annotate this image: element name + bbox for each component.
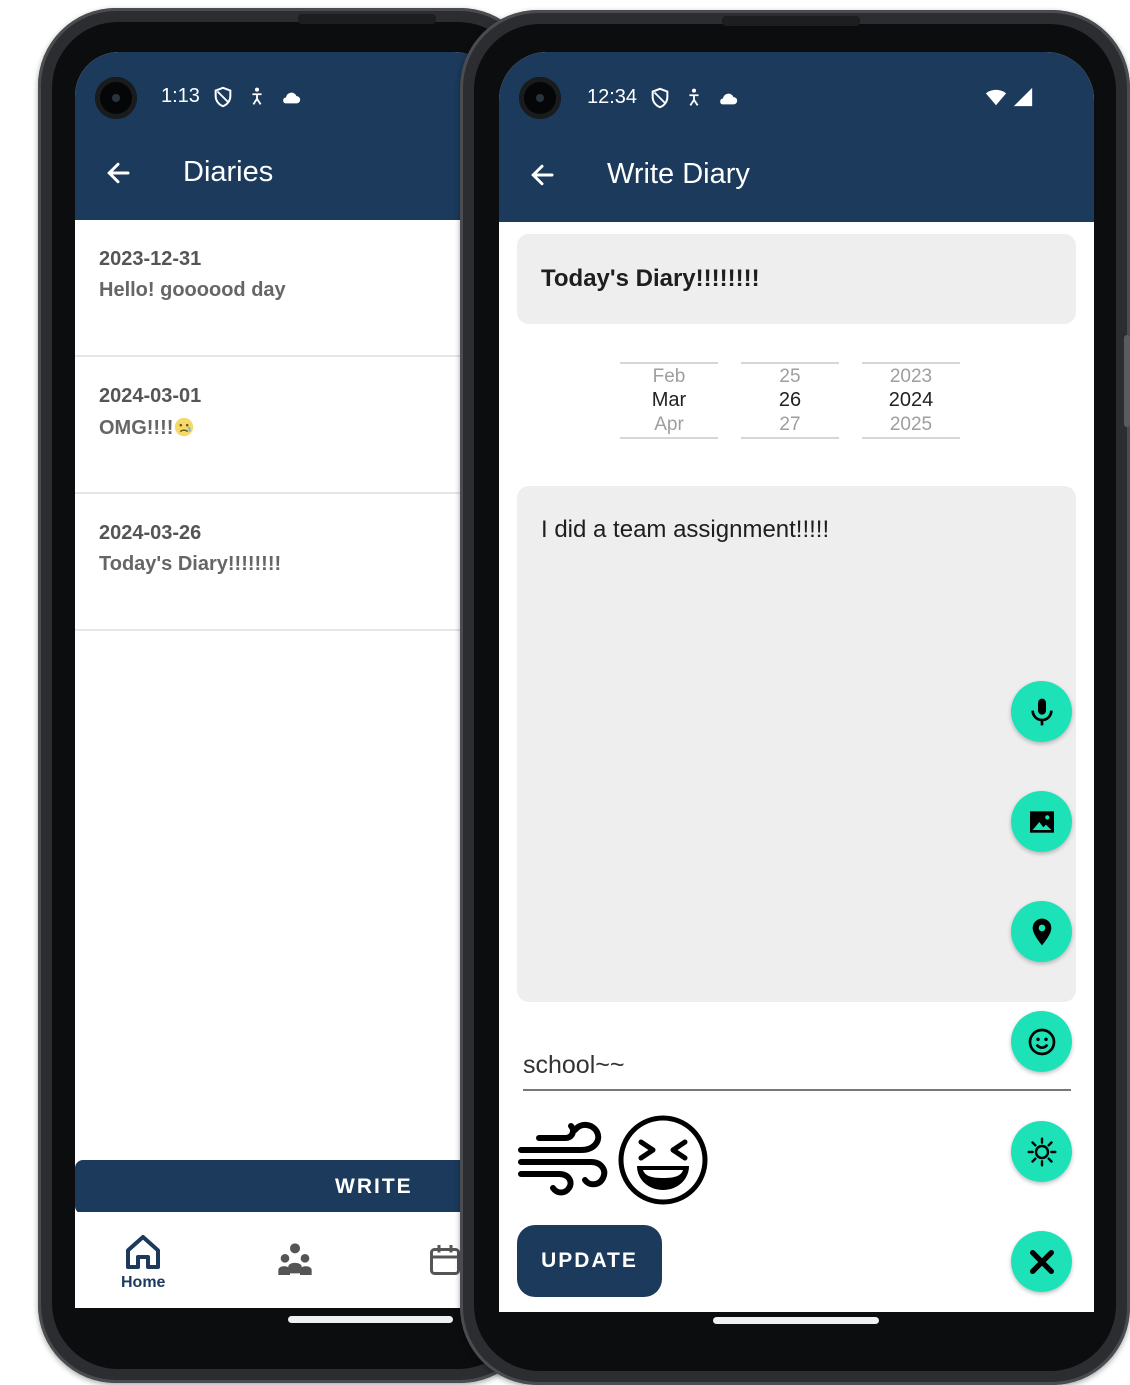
diaries-screen: 1:13 Diaries 2023-12-31 Hello! goooood d… bbox=[75, 52, 498, 1308]
list-item[interactable]: 2024-03-26 Today's Diary!!!!!!!! bbox=[75, 494, 498, 631]
month-selected: Mar bbox=[651, 389, 687, 411]
status-time: 12:34 bbox=[587, 86, 638, 108]
laughing-face-icon bbox=[618, 1115, 708, 1205]
cloud-icon bbox=[720, 93, 738, 104]
voice-input-button[interactable] bbox=[1011, 681, 1072, 742]
year-next: 2025 bbox=[889, 415, 933, 435]
select-mood-button[interactable] bbox=[1011, 1011, 1072, 1072]
phone-frame-write: 12:34 Write Diary Today's Diary!!!!!!!! … bbox=[460, 10, 1130, 1385]
add-image-button[interactable] bbox=[1011, 791, 1072, 852]
accessibility-icon bbox=[252, 87, 262, 105]
page-title: Write Diary bbox=[607, 158, 750, 190]
people-group-icon bbox=[278, 1243, 312, 1275]
month-next: Apr bbox=[654, 415, 684, 435]
gesture-bar bbox=[288, 1316, 453, 1323]
side-button bbox=[1124, 335, 1130, 427]
location-pin-icon bbox=[1032, 918, 1051, 945]
wifi-icon bbox=[985, 89, 1007, 106]
status-icons-right bbox=[984, 86, 1034, 108]
shield-icon bbox=[214, 86, 232, 107]
day-next: 27 bbox=[779, 415, 801, 435]
status-bar: 1:13 bbox=[161, 85, 302, 108]
cell-signal-icon bbox=[1013, 87, 1033, 107]
picker-divider bbox=[862, 437, 960, 439]
accessibility-icon bbox=[689, 88, 699, 106]
page-title: Diaries bbox=[183, 156, 274, 188]
year-selected: 2024 bbox=[888, 389, 934, 411]
day-selected: 26 bbox=[778, 389, 802, 411]
shield-icon bbox=[651, 87, 669, 108]
list-item[interactable]: 2023-12-31 Hello! goooood day bbox=[75, 220, 498, 357]
year-picker[interactable]: 2023 2024 2025 bbox=[862, 362, 960, 439]
picker-divider bbox=[741, 437, 839, 439]
title-row: Write Diary bbox=[527, 158, 750, 191]
nav-item-home[interactable]: Home bbox=[121, 1232, 165, 1292]
cloud-icon bbox=[283, 92, 301, 103]
back-arrow-icon[interactable] bbox=[527, 160, 557, 190]
bottom-navigation: Home bbox=[75, 1212, 498, 1308]
diary-date: 2023-12-31 bbox=[99, 248, 202, 270]
month-picker[interactable]: Feb Mar Apr bbox=[620, 362, 718, 439]
nav-label-home: Home bbox=[121, 1274, 166, 1291]
close-icon bbox=[1029, 1249, 1054, 1274]
gesture-bar bbox=[713, 1317, 879, 1324]
home-icon bbox=[126, 1235, 161, 1269]
nav-item-calendar[interactable] bbox=[427, 1242, 463, 1278]
write-button[interactable]: WRITE bbox=[75, 1160, 498, 1214]
sun-icon bbox=[1026, 1136, 1057, 1167]
list-item[interactable]: 2024-03-01 OMG!!!! bbox=[75, 357, 498, 494]
app-bar: 12:34 Write Diary bbox=[499, 52, 1094, 222]
month-prev: Feb bbox=[652, 366, 686, 386]
front-camera bbox=[519, 77, 561, 119]
close-menu-button[interactable] bbox=[1011, 1231, 1072, 1292]
speaker-slot bbox=[298, 14, 436, 24]
write-diary-screen: 12:34 Write Diary Today's Diary!!!!!!!! … bbox=[499, 52, 1094, 1312]
diary-date: 2024-03-01 bbox=[99, 385, 202, 407]
back-arrow-icon[interactable] bbox=[103, 158, 133, 188]
diary-content-field[interactable]: I did a team assignment!!!!! bbox=[517, 486, 1076, 1002]
day-picker[interactable]: 25 26 27 bbox=[741, 362, 839, 439]
day-prev: 25 bbox=[779, 366, 801, 386]
diary-date: 2024-03-26 bbox=[99, 522, 202, 544]
calendar-icon bbox=[430, 1245, 460, 1275]
smiley-icon bbox=[1028, 1028, 1055, 1055]
diary-text: Hello! goooood day bbox=[99, 279, 286, 301]
diary-text: OMG!!!! bbox=[99, 417, 174, 439]
diary-text-row: OMG!!!! bbox=[99, 416, 474, 440]
image-icon bbox=[1029, 810, 1054, 833]
microphone-icon bbox=[1030, 698, 1053, 725]
diary-list: 2023-12-31 Hello! goooood day 2024-03-01… bbox=[75, 220, 498, 631]
year-prev: 2023 bbox=[889, 366, 933, 386]
app-bar: 1:13 Diaries bbox=[75, 52, 498, 220]
nav-item-community[interactable] bbox=[275, 1240, 315, 1280]
tag-input[interactable]: school~~ bbox=[523, 1047, 1071, 1091]
front-camera bbox=[95, 77, 137, 119]
diary-text: Today's Diary!!!!!!!! bbox=[99, 553, 282, 575]
speaker-slot bbox=[722, 16, 860, 26]
status-bar: 12:34 bbox=[587, 86, 739, 109]
picker-divider bbox=[620, 437, 718, 439]
diary-title-field[interactable]: Today's Diary!!!!!!!! bbox=[517, 234, 1076, 324]
title-row: Diaries bbox=[103, 156, 273, 189]
select-weather-button[interactable] bbox=[1011, 1121, 1072, 1182]
wind-icon bbox=[518, 1122, 608, 1196]
crying-face-icon bbox=[175, 417, 194, 437]
update-button[interactable]: UPDATE bbox=[517, 1225, 662, 1297]
status-time: 1:13 bbox=[161, 85, 200, 107]
add-location-button[interactable] bbox=[1011, 901, 1072, 962]
